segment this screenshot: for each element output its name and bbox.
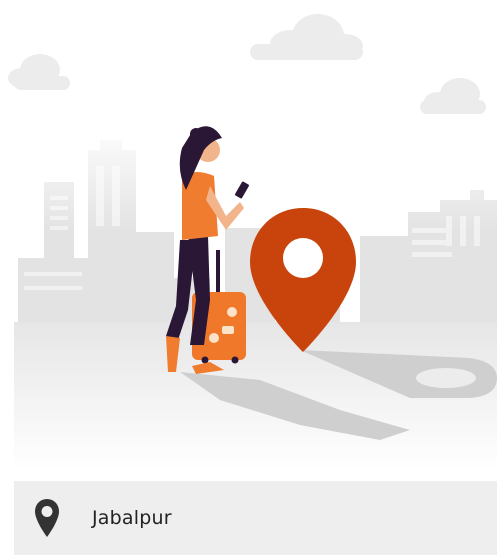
map-pin-icon: [34, 498, 60, 538]
cloud-icon: [8, 54, 70, 90]
location-name: Jabalpur: [92, 507, 172, 529]
hero-illustration: [0, 14, 497, 470]
location-selector[interactable]: Jabalpur: [14, 481, 497, 555]
cloud-icon: [250, 14, 363, 60]
cloud-icon: [420, 78, 486, 114]
